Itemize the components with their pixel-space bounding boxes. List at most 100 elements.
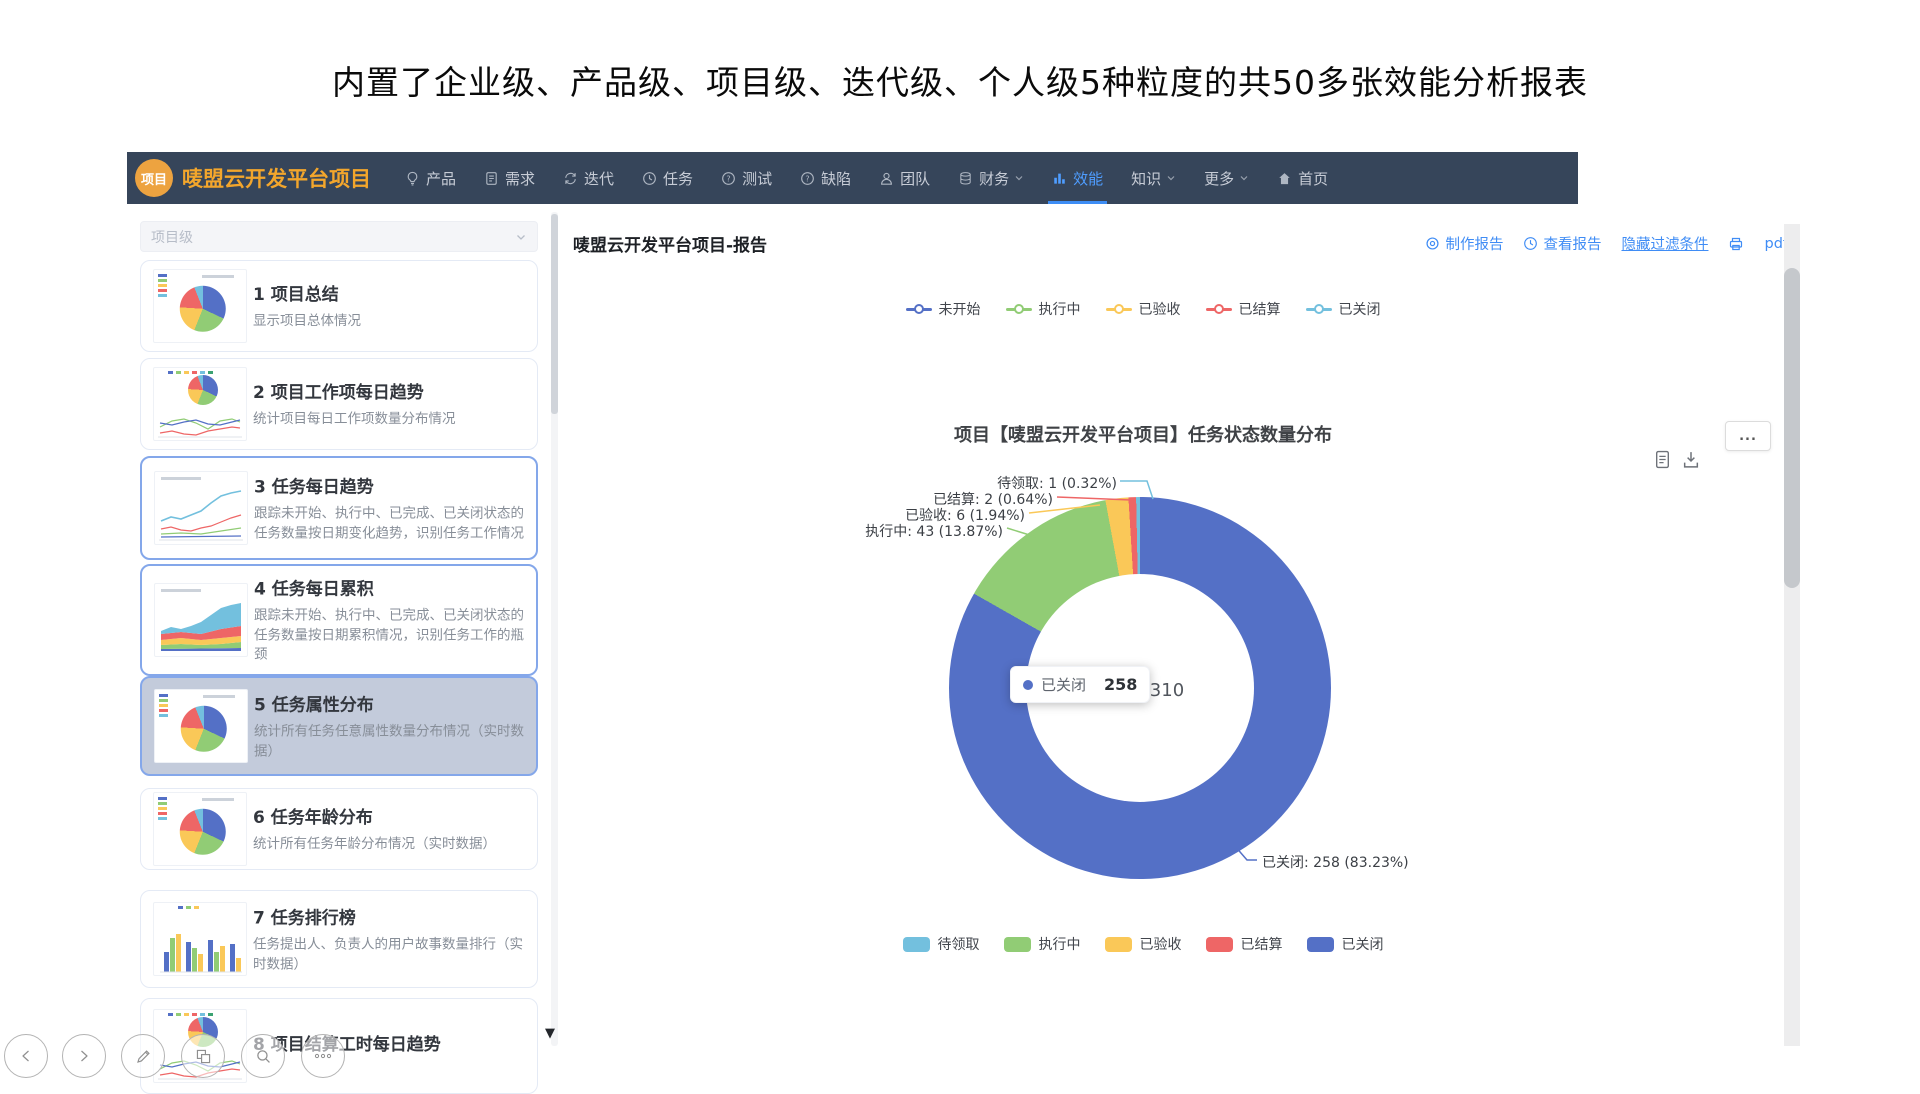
- legend-label: 已关闭: [1339, 299, 1381, 319]
- iteration-icon: [563, 171, 578, 186]
- finance-icon: [958, 171, 973, 186]
- legend-color-chip: [903, 937, 930, 952]
- nav-item-label: 更多: [1204, 168, 1234, 189]
- action-view-report[interactable]: 查看报告: [1523, 233, 1601, 254]
- nav-item-产品[interactable]: 产品: [405, 152, 456, 204]
- nav-item-测试[interactable]: ? 测试: [721, 152, 772, 204]
- report-thumbnail: [153, 902, 247, 976]
- zoom-button[interactable]: [241, 1034, 285, 1078]
- nav-item-label: 测试: [742, 168, 772, 189]
- nav-item-需求[interactable]: 需求: [484, 152, 535, 204]
- nav-item-更多[interactable]: 更多: [1204, 152, 1249, 204]
- tooltip-series-dot: [1023, 680, 1033, 690]
- report-scrollbar-thumb[interactable]: [1784, 268, 1800, 588]
- nav-item-label: 财务: [979, 168, 1009, 189]
- legend-item-已关闭[interactable]: 已关闭: [1306, 299, 1381, 319]
- legend-item-未开始[interactable]: 未开始: [906, 299, 981, 319]
- legend-item-已验收[interactable]: 已验收: [1105, 934, 1182, 954]
- nav-item-任务[interactable]: 任务: [642, 152, 693, 204]
- report-card-desc: 跟踪未开始、执行中、已完成、已关闭状态的任务数量按日期变化趋势，识别任务工作情况: [254, 504, 528, 543]
- team-icon: [879, 171, 894, 186]
- report-file-icon[interactable]: [1654, 450, 1671, 469]
- slides-button[interactable]: [181, 1034, 225, 1078]
- sidebar-scroll-down-icon[interactable]: ▼: [545, 1026, 555, 1041]
- legend-color-chip: [1004, 937, 1031, 952]
- report-thumbnail: [153, 792, 247, 866]
- legend-item-已结算[interactable]: 已结算: [1206, 299, 1281, 319]
- report-card[interactable]: 6 任务年龄分布统计所有任务年龄分布情况（实时数据）: [140, 788, 538, 870]
- legend-item-已验收[interactable]: 已验收: [1106, 299, 1181, 319]
- legend-label: 已结算: [1239, 299, 1281, 319]
- legend-item-待领取[interactable]: 待领取: [903, 934, 980, 954]
- presentation-controls: [0, 1032, 400, 1080]
- report-card[interactable]: 5 任务属性分布统计所有任务任意属性数量分布情况（实时数据）: [140, 676, 538, 776]
- more-button[interactable]: [301, 1034, 345, 1078]
- report-scope-select[interactable]: 项目级: [140, 221, 538, 252]
- edit-button[interactable]: [121, 1034, 165, 1078]
- legend-item-已关闭[interactable]: 已关闭: [1307, 934, 1384, 954]
- report-actions: 制作报告查看报告隐藏过滤条件pdf: [1425, 233, 1788, 254]
- nav-item-迭代[interactable]: 迭代: [563, 152, 614, 204]
- clock-icon: [642, 171, 657, 186]
- nav-item-缺陷[interactable]: ?缺陷: [800, 152, 851, 204]
- report-card-desc: 跟踪未开始、执行中、已完成、已关闭状态的任务数量按日期累积情况，识别任务工作的瓶…: [254, 607, 528, 666]
- question-icon: ?: [800, 171, 815, 186]
- nav-item-label: 需求: [505, 168, 535, 189]
- sidebar-scrollbar-thumb[interactable]: [551, 214, 558, 414]
- report-card-text: 7 任务排行榜任务提出人、负责人的用户故事数量排行（实时数据）: [253, 903, 529, 974]
- legend-color-chip: [1105, 937, 1132, 952]
- donut-chart-title: 项目【唛盟云开发平台项目】任务状态数量分布: [860, 421, 1426, 447]
- report-card-text: 3 任务每日趋势跟踪未开始、执行中、已完成、已关闭状态的任务数量按日期变化趋势，…: [254, 472, 528, 543]
- chart-more-button[interactable]: ...: [1725, 421, 1771, 451]
- report-card-desc: 任务提出人、负责人的用户故事数量排行（实时数据）: [253, 935, 529, 974]
- legend-label: 执行中: [1039, 299, 1081, 319]
- caret-down-icon: [1166, 173, 1176, 183]
- report-scope-value: 项目级: [151, 227, 193, 247]
- action-label: 隐藏过滤条件: [1621, 233, 1708, 254]
- document-icon: [484, 171, 499, 186]
- download-icon[interactable]: [1682, 450, 1700, 469]
- action-make-report[interactable]: 制作报告: [1425, 233, 1503, 254]
- action-hide-filter[interactable]: 隐藏过滤条件: [1621, 233, 1708, 254]
- report-card-title: 4 任务每日累积: [254, 575, 528, 600]
- nav-item-财务[interactable]: 财务: [958, 152, 1024, 204]
- report-card[interactable]: 7 任务排行榜任务提出人、负责人的用户故事数量排行（实时数据）: [140, 890, 538, 988]
- report-page-title: 唛盟云开发平台项目-报告: [573, 231, 767, 256]
- report-card[interactable]: 2 项目工作项每日趋势统计项目每日工作项数量分布情况: [140, 358, 538, 450]
- chart-icon: [1052, 171, 1067, 186]
- report-card-title: 7 任务排行榜: [253, 903, 529, 928]
- action-label: 查看报告: [1543, 233, 1601, 254]
- report-card[interactable]: 1 项目总结显示项目总体情况: [140, 260, 538, 352]
- legend-color-chip: [1307, 937, 1334, 952]
- prev-button[interactable]: [4, 1034, 48, 1078]
- action-print[interactable]: [1728, 236, 1744, 252]
- report-card[interactable]: 3 任务每日趋势跟踪未开始、执行中、已完成、已关闭状态的任务数量按日期变化趋势，…: [140, 456, 538, 560]
- nav-item-首页[interactable]: 首页: [1277, 152, 1328, 204]
- report-card[interactable]: 4 任务每日累积跟踪未开始、执行中、已完成、已关闭状态的任务数量按日期累积情况，…: [140, 564, 538, 676]
- report-card-desc: 显示项目总体情况: [253, 312, 529, 332]
- chevron-down-icon: [515, 231, 527, 243]
- nav-item-效能[interactable]: 效能: [1052, 152, 1103, 204]
- nav-item-label: 产品: [426, 168, 456, 189]
- question-icon: ?: [721, 171, 736, 186]
- slice-label: 已关闭: 258 (83.23%): [1262, 852, 1409, 872]
- legend-item-已结算[interactable]: 已结算: [1206, 934, 1283, 954]
- nav-item-团队[interactable]: 团队: [879, 152, 930, 204]
- legend-label: 执行中: [1039, 934, 1081, 954]
- nav-item-label: 效能: [1073, 168, 1103, 189]
- legend-item-执行中[interactable]: 执行中: [1004, 934, 1081, 954]
- nav-item-label: 任务: [663, 168, 693, 189]
- legend-item-执行中[interactable]: 执行中: [1006, 299, 1081, 319]
- next-button[interactable]: [62, 1034, 106, 1078]
- legend-label: 已结算: [1241, 934, 1283, 954]
- clock-icon: [1523, 236, 1538, 251]
- report-thumbnail: [154, 471, 248, 545]
- slice-label: 执行中: 43 (13.87%): [865, 521, 1003, 541]
- tooltip-series-name: 已关闭: [1041, 674, 1086, 695]
- report-thumbnail: [154, 583, 248, 657]
- nav-item-知识[interactable]: 知识: [1131, 152, 1176, 204]
- report-card-desc: 统计所有任务年龄分布情况（实时数据）: [253, 835, 529, 855]
- legend-label: 已关闭: [1342, 934, 1384, 954]
- report-card-text: 4 任务每日累积跟踪未开始、执行中、已完成、已关闭状态的任务数量按日期累积情况，…: [254, 575, 528, 666]
- report-card-title: 6 任务年龄分布: [253, 803, 529, 828]
